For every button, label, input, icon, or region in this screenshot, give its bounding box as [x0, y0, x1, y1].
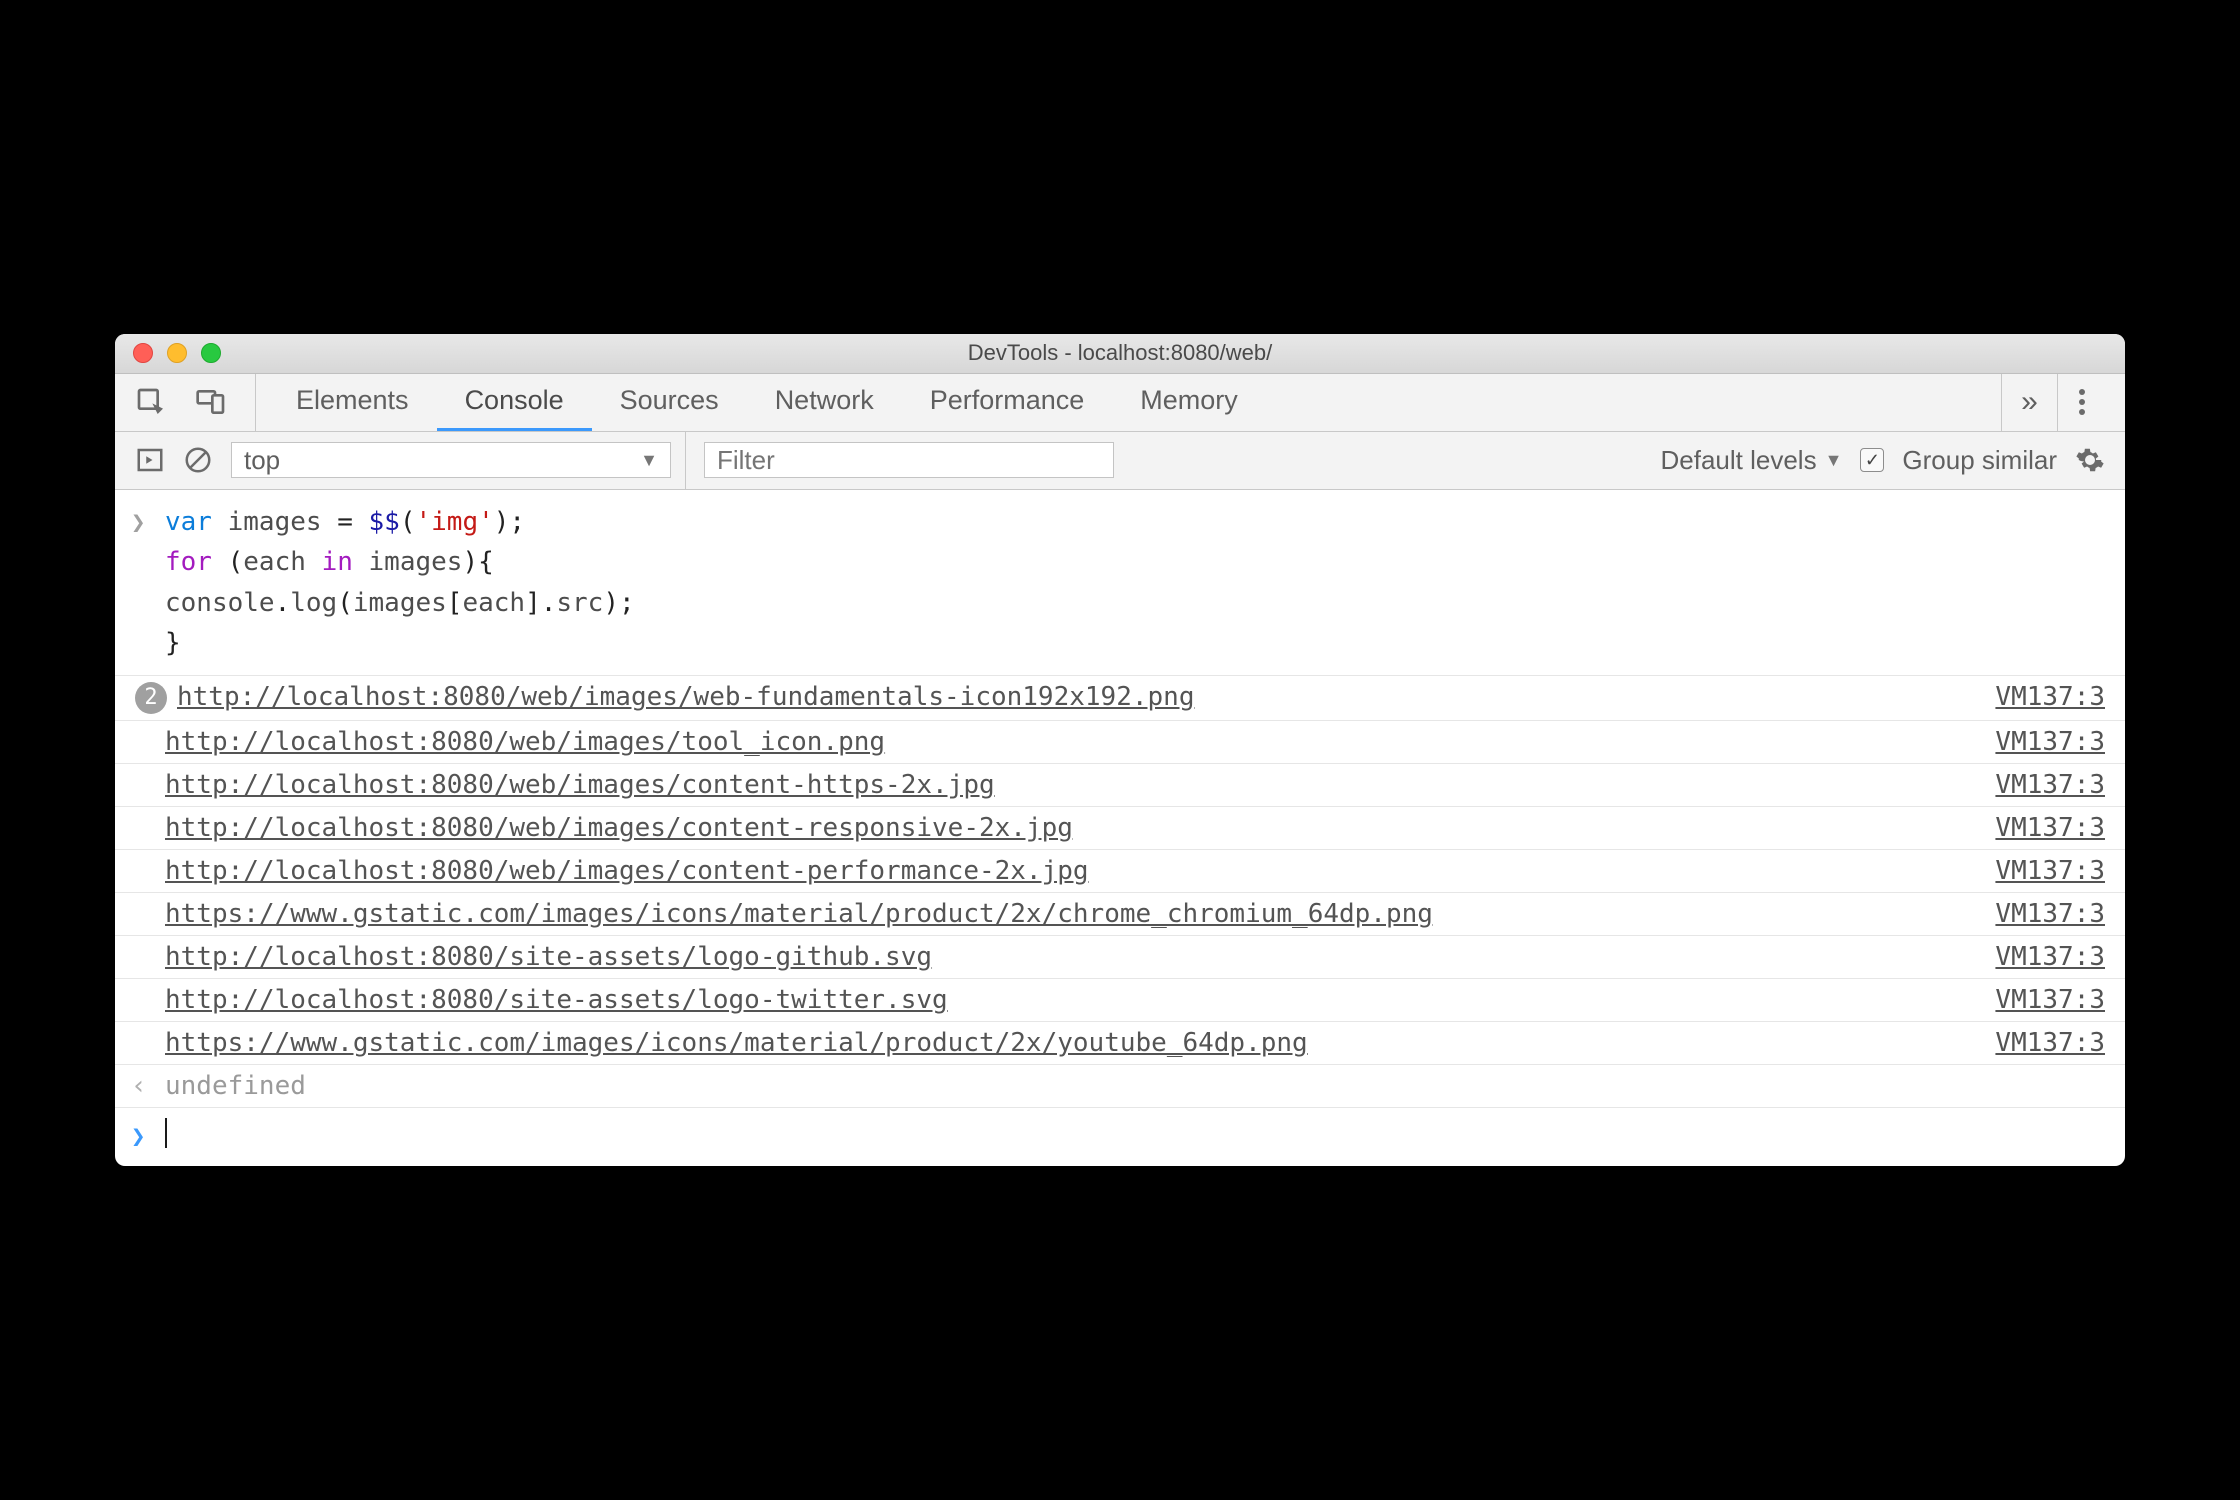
tab-performance[interactable]: Performance [902, 374, 1113, 431]
console-filter-input[interactable] [704, 442, 1114, 478]
console-log-row: http://localhost:8080/web/images/tool_ic… [115, 721, 2125, 764]
prompt-chevron-icon: ❯ [131, 1122, 145, 1150]
log-source-link[interactable]: VM137:3 [1995, 770, 2105, 800]
input-chevron-icon: ❯ [131, 504, 145, 541]
text-cursor [165, 1118, 167, 1148]
group-similar-checkbox[interactable] [1860, 448, 1884, 472]
log-url-link[interactable]: http://localhost:8080/web/images/content… [165, 856, 1089, 886]
console-log-row: https://www.gstatic.com/images/icons/mat… [115, 1022, 2125, 1065]
tab-memory[interactable]: Memory [1112, 374, 1266, 431]
console-log-row: http://localhost:8080/web/images/content… [115, 764, 2125, 807]
log-url-link[interactable]: http://localhost:8080/site-assets/logo-g… [165, 942, 932, 972]
log-source-link[interactable]: VM137:3 [1995, 899, 2105, 929]
log-url-link[interactable]: http://localhost:8080/web/images/tool_ic… [165, 727, 885, 757]
inspect-element-icon[interactable] [135, 386, 167, 418]
console-log-row: https://www.gstatic.com/images/icons/mat… [115, 893, 2125, 936]
console-log-row: http://localhost:8080/web/images/content… [115, 807, 2125, 850]
console-input-history: ❯ var images = $$('img');for (each in im… [115, 490, 2125, 676]
log-source-link[interactable]: VM137:3 [1995, 985, 2105, 1015]
log-url-link[interactable]: https://www.gstatic.com/images/icons/mat… [165, 899, 1433, 929]
console-sidebar-toggle-icon[interactable] [135, 445, 165, 475]
console-return-value: ‹ undefined [115, 1065, 2125, 1108]
log-source-link[interactable]: VM137:3 [1995, 1028, 2105, 1058]
return-value-text: undefined [165, 1071, 306, 1101]
log-level-selector[interactable]: Default levels ▼ [1661, 445, 1843, 476]
console-prompt[interactable]: ❯ [115, 1108, 2125, 1166]
log-source-link[interactable]: VM137:3 [1995, 727, 2105, 757]
log-source-link[interactable]: VM137:3 [1995, 856, 2105, 886]
log-count-badge: 2 [135, 682, 167, 714]
kebab-menu-button[interactable] [2057, 374, 2105, 431]
window-title: DevTools - localhost:8080/web/ [115, 340, 2125, 366]
console-log-row: 2 http://localhost:8080/web/images/web-fu… [115, 676, 2125, 721]
device-toolbar-icon[interactable] [195, 386, 227, 418]
console-filter-bar: top ▼ Default levels ▼ Group similar [115, 432, 2125, 490]
log-url-link[interactable]: http://localhost:8080/site-assets/logo-t… [165, 985, 948, 1015]
gear-icon[interactable] [2075, 445, 2105, 475]
tab-network[interactable]: Network [747, 374, 902, 431]
log-url-link[interactable]: http://localhost:8080/web/images/content… [165, 770, 995, 800]
log-url-link[interactable]: http://localhost:8080/web/images/web-fun… [177, 682, 1194, 712]
log-source-link[interactable]: VM137:3 [1995, 942, 2105, 972]
clear-console-icon[interactable] [183, 445, 213, 475]
return-arrow-icon: ‹ [131, 1071, 147, 1101]
log-url-link[interactable]: http://localhost:8080/web/images/content… [165, 813, 1073, 843]
group-similar-label: Group similar [1902, 445, 2057, 476]
console-log-row: http://localhost:8080/site-assets/logo-g… [115, 936, 2125, 979]
console-log-row: http://localhost:8080/site-assets/logo-t… [115, 979, 2125, 1022]
log-url-link[interactable]: https://www.gstatic.com/images/icons/mat… [165, 1028, 1308, 1058]
tabs-toolbar: ElementsConsoleSourcesNetworkPerformance… [115, 374, 2125, 432]
tab-console[interactable]: Console [437, 374, 592, 431]
chevron-down-icon: ▼ [1825, 450, 1843, 471]
console-log-row: http://localhost:8080/web/images/content… [115, 850, 2125, 893]
tab-sources[interactable]: Sources [592, 374, 747, 431]
tab-elements[interactable]: Elements [268, 374, 437, 431]
log-source-link[interactable]: VM137:3 [1995, 813, 2105, 843]
execution-context-label: top [244, 445, 280, 476]
devtools-window: DevTools - localhost:8080/web/ ElementsC… [115, 334, 2125, 1166]
execution-context-selector[interactable]: top ▼ [231, 432, 686, 489]
title-bar: DevTools - localhost:8080/web/ [115, 334, 2125, 374]
chevron-down-icon: ▼ [640, 450, 658, 471]
more-tabs-button[interactable]: » [2001, 374, 2057, 431]
console-output: ❯ var images = $$('img');for (each in im… [115, 490, 2125, 1166]
log-source-link[interactable]: VM137:3 [1995, 682, 2105, 712]
log-level-label: Default levels [1661, 445, 1817, 476]
